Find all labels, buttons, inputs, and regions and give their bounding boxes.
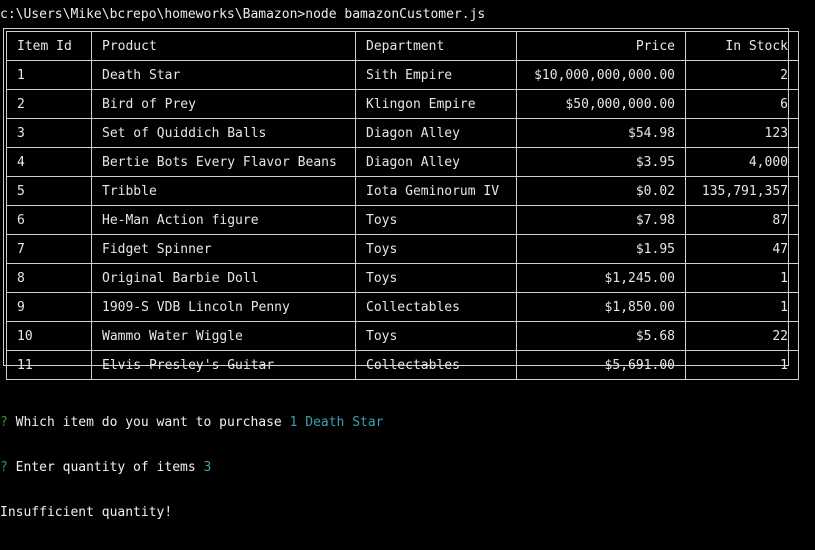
prompt-marker-icon: ? xyxy=(0,415,8,430)
prompt-question: Enter quantity of items xyxy=(15,460,196,475)
cell-item-id: 4 xyxy=(6,147,92,177)
cell-price: $5.68 xyxy=(516,321,686,351)
cell-product: Wammo Water Wiggle xyxy=(91,321,356,351)
cell-in-stock: 6 xyxy=(685,89,799,119)
cell-department: Sith Empire xyxy=(355,60,517,90)
cell-product: Tribble xyxy=(91,176,356,206)
cell-product: Bertie Bots Every Flavor Beans xyxy=(91,147,356,177)
prompt-line-quantity: ? Enter quantity of items 3 xyxy=(0,460,384,475)
table-row: 10 Wammo Water Wiggle Toys $5.68 22 xyxy=(6,321,799,351)
cell-product: He-Man Action figure xyxy=(91,205,356,235)
cell-in-stock: 1 xyxy=(685,263,799,293)
cell-product: 1909-S VDB Lincoln Penny xyxy=(91,292,356,322)
prompt-question: Which item do you want to purchase xyxy=(15,415,282,430)
prompt-line-item: ? Which item do you want to purchase 1 D… xyxy=(0,415,384,430)
cell-in-stock: 4,000 xyxy=(685,147,799,177)
result-message: Insufficient quantity! xyxy=(0,505,173,520)
cell-price: $1.95 xyxy=(516,234,686,264)
cell-department: Diagon Alley xyxy=(355,118,517,148)
prompt-answer: 3 xyxy=(203,460,212,475)
cell-item-id: 1 xyxy=(6,60,92,90)
cell-item-id: 5 xyxy=(6,176,92,206)
cell-item-id: 9 xyxy=(6,292,92,322)
cell-department: Toys xyxy=(355,205,517,235)
cell-price: $54.98 xyxy=(516,118,686,148)
table-body: 1 Death Star Sith Empire $10,000,000,000.00… xyxy=(6,60,799,380)
cell-in-stock: 87 xyxy=(685,205,799,235)
cell-price: $7.98 xyxy=(516,205,686,235)
table-row: 5 Tribble Iota Geminorum IV $0.02 135,791,35… xyxy=(6,176,799,206)
cell-in-stock: 135,791,357 xyxy=(685,176,799,206)
cell-item-id: 3 xyxy=(6,118,92,148)
cell-in-stock: 1 xyxy=(685,350,799,380)
cell-department: Klingon Empire xyxy=(355,89,517,119)
cell-product: Elvis Presley's Guitar xyxy=(91,350,356,380)
cell-department: Toys xyxy=(355,234,517,264)
cell-item-id: 8 xyxy=(6,263,92,293)
cell-department: Collectables xyxy=(355,292,517,322)
cell-product: Fidget Spinner xyxy=(91,234,356,264)
table-header-row: Item Id Product Department Price In Stoc… xyxy=(6,31,799,61)
cell-price: $0.02 xyxy=(516,176,686,206)
command-line: c:\Users\Mike\bcrepo\homeworks\Bamazon>n… xyxy=(0,7,486,22)
header-department: Department xyxy=(355,31,517,61)
terminal-window[interactable]: c:\Users\Mike\bcrepo\homeworks\Bamazon>n… xyxy=(0,0,815,520)
cell-item-id: 2 xyxy=(6,89,92,119)
cell-department: Collectables xyxy=(355,350,517,380)
header-product: Product xyxy=(91,31,356,61)
cell-department: Toys xyxy=(355,263,517,293)
cell-price: $10,000,000,000.00 xyxy=(516,60,686,90)
header-in-stock: In Stock xyxy=(685,31,799,61)
table-row: 6 He-Man Action figure Toys $7.98 87 xyxy=(6,205,799,235)
cell-in-stock: 123 xyxy=(685,118,799,148)
cell-in-stock: 22 xyxy=(685,321,799,351)
table-row: 3 Set of Quiddich Balls Diagon Alley $54.98… xyxy=(6,118,799,148)
prompt-marker-icon: ? xyxy=(0,460,8,475)
table-row: 8 Original Barbie Doll Toys $1,245.00 1 xyxy=(6,263,799,293)
prompt-area: ? Which item do you want to purchase 1 D… xyxy=(0,385,384,550)
cell-product: Original Barbie Doll xyxy=(91,263,356,293)
cell-department: Iota Geminorum IV xyxy=(355,176,517,206)
cell-item-id: 10 xyxy=(6,321,92,351)
table-row: 2 Bird of Prey Klingon Empire $50,000,000.0… xyxy=(6,89,799,119)
table-row: 9 1909-S VDB Lincoln Penny Collectables $1,… xyxy=(6,292,799,322)
cell-price: $3.95 xyxy=(516,147,686,177)
cell-price: $1,850.00 xyxy=(516,292,686,322)
cell-in-stock: 2 xyxy=(685,60,799,90)
cell-item-id: 6 xyxy=(6,205,92,235)
table-row: 1 Death Star Sith Empire $10,000,000,000.00… xyxy=(6,60,799,90)
table-row: 11 Elvis Presley's Guitar Collectables $5,6… xyxy=(6,350,799,380)
cell-item-id: 11 xyxy=(6,350,92,380)
cell-product: Set of Quiddich Balls xyxy=(91,118,356,148)
table-row: 4 Bertie Bots Every Flavor Beans Diagon Al… xyxy=(6,147,799,177)
cell-price: $5,691.00 xyxy=(516,350,686,380)
cell-in-stock: 1 xyxy=(685,292,799,322)
prompt-answer: 1 Death Star xyxy=(289,415,384,430)
cell-product: Death Star xyxy=(91,60,356,90)
inventory-table: Item Id Product Department Price In Stoc… xyxy=(6,31,799,380)
cell-product: Bird of Prey xyxy=(91,89,356,119)
cell-department: Diagon Alley xyxy=(355,147,517,177)
table-row: 7 Fidget Spinner Toys $1.95 47 xyxy=(6,234,799,264)
header-price: Price xyxy=(516,31,686,61)
header-item-id: Item Id xyxy=(6,31,92,61)
inventory-table-frame: Item Id Product Department Price In Stoc… xyxy=(3,28,799,380)
cell-price: $1,245.00 xyxy=(516,263,686,293)
cell-in-stock: 47 xyxy=(685,234,799,264)
cell-department: Toys xyxy=(355,321,517,351)
cell-price: $50,000,000.00 xyxy=(516,89,686,119)
cell-item-id: 7 xyxy=(6,234,92,264)
